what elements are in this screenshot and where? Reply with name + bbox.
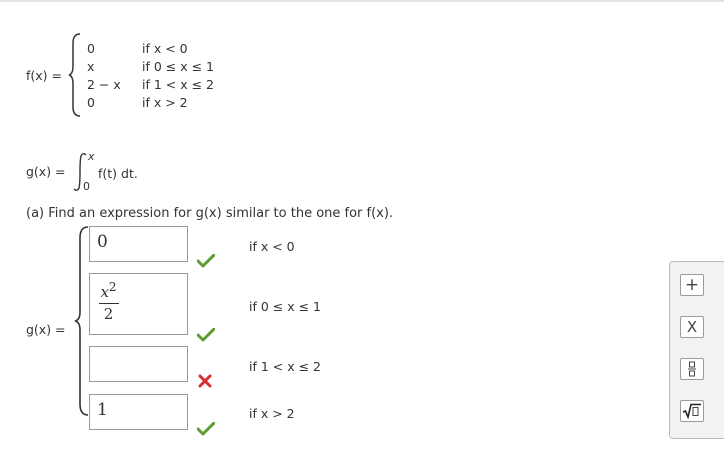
integral-lower-limit: 0: [83, 180, 90, 193]
part-a-prompt: (a) Find an expression for g(x) similar …: [26, 206, 394, 221]
answer-lhs: g(x) =: [26, 322, 66, 337]
correct-check-icon: [197, 254, 215, 268]
sqrt-template-icon: [682, 403, 701, 419]
times-button[interactable]: X: [680, 316, 704, 338]
fx-brace: [68, 33, 81, 117]
answer-input-3[interactable]: [89, 346, 188, 382]
answer-cond-3: if 1 < x ≤ 2: [249, 359, 321, 374]
answer-input-1[interactable]: 0: [89, 226, 188, 262]
plus-button[interactable]: +: [680, 274, 704, 296]
fx-case-1-expr: 0: [87, 41, 95, 56]
top-divider: [0, 0, 724, 2]
fx-case-4-cond: if x > 2: [142, 95, 188, 110]
answer-input-1-value: 0: [97, 232, 108, 252]
integrand: f(t) dt.: [98, 166, 138, 181]
fraction-template-icon: [688, 361, 696, 377]
sqrt-button[interactable]: [680, 400, 704, 422]
answer-input-4-value: 1: [97, 400, 108, 420]
answer-input-4[interactable]: 1: [89, 394, 188, 430]
fx-case-4-expr: 0: [87, 95, 95, 110]
correct-check-icon: [197, 422, 215, 436]
answer-cond-1: if x < 0: [249, 239, 295, 254]
fx-case-2-expr: x: [87, 59, 95, 74]
incorrect-x-icon: [198, 374, 212, 388]
answer-input-2[interactable]: x2 2: [89, 273, 188, 335]
fx-case-3-expr: 2 − x: [87, 77, 121, 92]
answer-cond-4: if x > 2: [249, 406, 295, 421]
fraction-bar: [99, 303, 119, 304]
fraction-denominator: 2: [103, 305, 114, 323]
fx-lhs: f(x) =: [26, 68, 62, 83]
integral-upper-limit: x: [88, 150, 95, 163]
fraction-button[interactable]: [680, 358, 704, 380]
fx-case-2-cond: if 0 ≤ x ≤ 1: [142, 59, 214, 74]
answer-cond-2: if 0 ≤ x ≤ 1: [249, 299, 321, 314]
correct-check-icon: [197, 328, 215, 342]
gx-lhs: g(x) =: [26, 164, 66, 179]
fx-case-3-cond: if 1 < x ≤ 2: [142, 77, 214, 92]
math-palette: + X: [669, 261, 724, 439]
fraction-numerator: x2: [100, 280, 117, 301]
fx-case-1-cond: if x < 0: [142, 41, 188, 56]
